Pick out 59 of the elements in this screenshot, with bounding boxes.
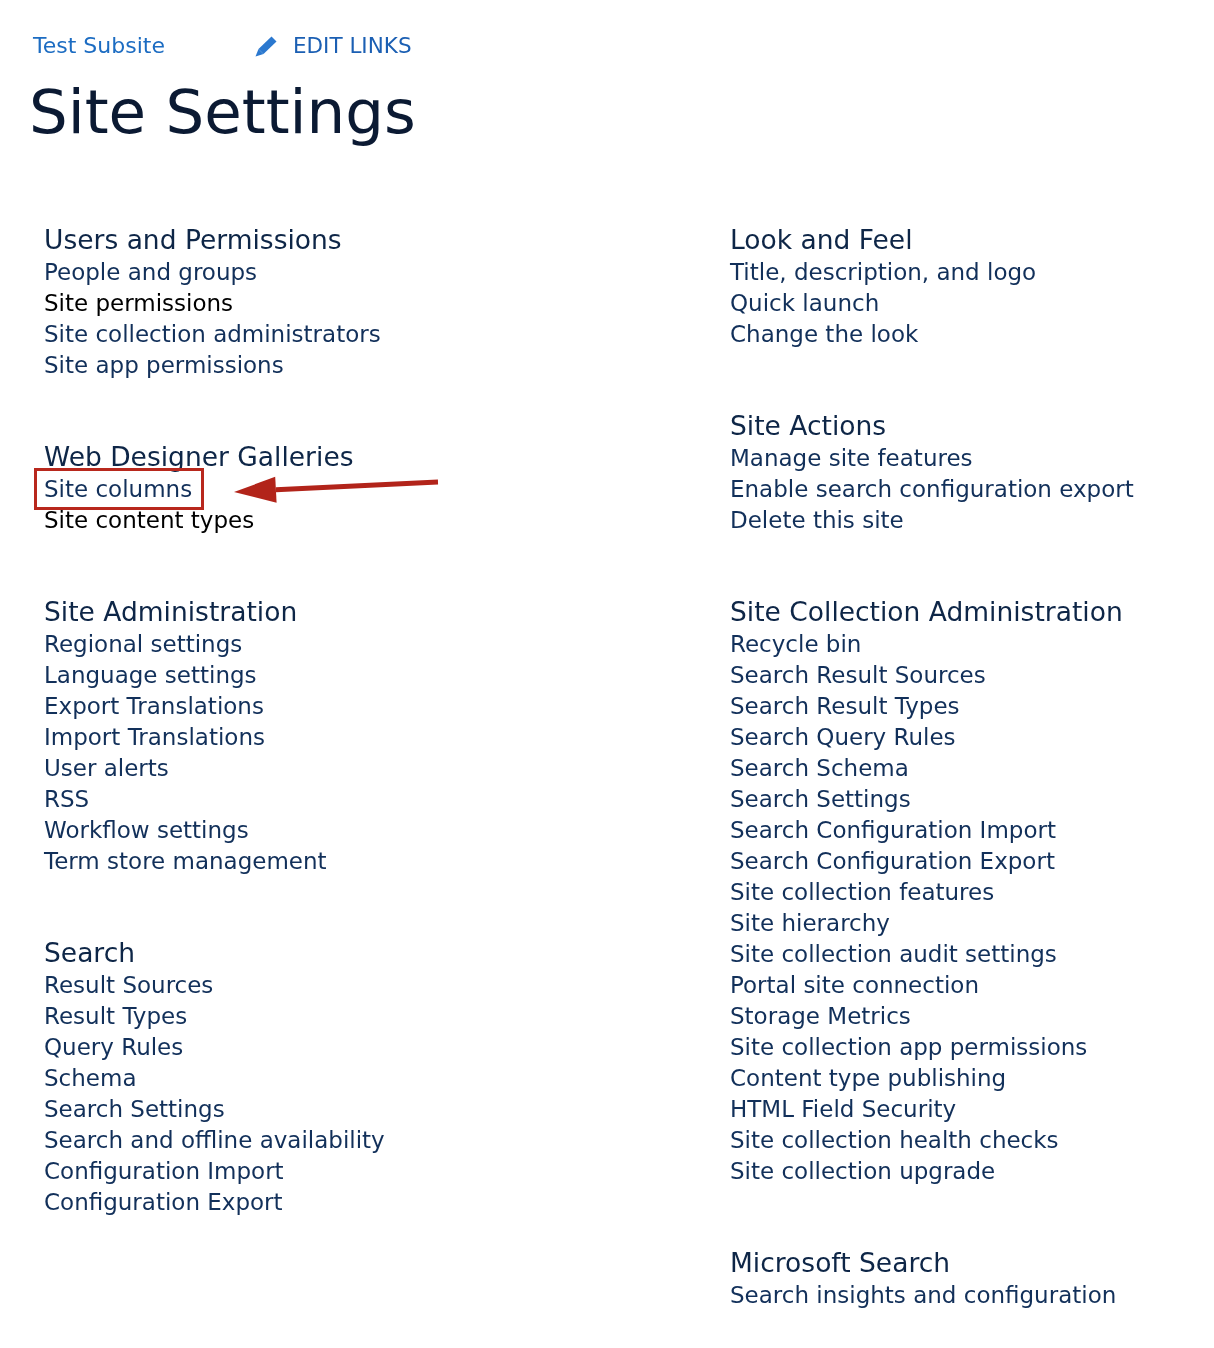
edit-links-link[interactable]: EDIT LINKS xyxy=(254,31,412,61)
section-heading: Site Actions xyxy=(730,409,887,443)
settings-link[interactable]: Title, description, and logo xyxy=(730,257,1037,288)
settings-link[interactable]: User alerts xyxy=(44,753,169,784)
section-heading: Microsoft Search xyxy=(730,1246,951,1280)
settings-link[interactable]: Term store management xyxy=(44,846,327,877)
settings-link[interactable]: Site permissions xyxy=(44,288,234,319)
settings-link[interactable]: Regional settings xyxy=(44,629,243,660)
settings-link[interactable]: Search insights and configuration xyxy=(730,1280,1117,1311)
settings-link[interactable]: RSS xyxy=(44,784,90,815)
settings-link[interactable]: Site collection audit settings xyxy=(730,939,1057,970)
section-heading: Search xyxy=(44,936,136,970)
site-link[interactable]: Test Subsite xyxy=(33,31,165,61)
section-heading: Users and Permissions xyxy=(44,223,342,257)
settings-link[interactable]: Storage Metrics xyxy=(730,1001,911,1032)
section-heading: Look and Feel xyxy=(730,223,913,257)
settings-link[interactable]: Export Translations xyxy=(44,691,264,722)
settings-link[interactable]: Import Translations xyxy=(44,722,265,753)
settings-link[interactable]: Configuration Import xyxy=(44,1156,284,1187)
settings-link[interactable]: Site app permissions xyxy=(44,350,284,381)
section-heading: Web Designer Galleries xyxy=(44,440,354,474)
settings-link[interactable]: Site collection features xyxy=(730,877,995,908)
settings-link[interactable]: Change the look xyxy=(730,319,919,350)
settings-link[interactable]: Query Rules xyxy=(44,1032,184,1063)
settings-link[interactable]: Site collection upgrade xyxy=(730,1156,996,1187)
settings-link[interactable]: Result Sources xyxy=(44,970,214,1001)
settings-link[interactable]: Delete this site xyxy=(730,505,904,536)
settings-link[interactable]: Search and offline availability xyxy=(44,1125,385,1156)
settings-link[interactable]: Enable search configuration export xyxy=(730,474,1134,505)
settings-link[interactable]: Search Settings xyxy=(44,1094,225,1125)
settings-link[interactable]: Language settings xyxy=(44,660,257,691)
settings-link[interactable]: Portal site connection xyxy=(730,970,979,1001)
settings-link[interactable]: Search Configuration Export xyxy=(730,846,1055,877)
settings-link[interactable]: Search Schema xyxy=(730,753,909,784)
settings-link[interactable]: Schema xyxy=(44,1063,137,1094)
page-title: Site Settings xyxy=(29,77,416,147)
settings-link[interactable]: Site collection administrators xyxy=(44,319,381,350)
settings-link[interactable]: Search Result Types xyxy=(730,691,960,722)
settings-link[interactable]: Search Configuration Import xyxy=(730,815,1056,846)
settings-link[interactable]: Search Query Rules xyxy=(730,722,956,753)
settings-link[interactable]: Site columns xyxy=(44,474,193,505)
settings-link[interactable]: Workflow settings xyxy=(44,815,249,846)
settings-link[interactable]: Manage site features xyxy=(730,443,973,474)
settings-link[interactable]: Site content types xyxy=(44,505,255,536)
settings-link[interactable]: Content type publishing xyxy=(730,1063,1007,1094)
settings-link[interactable]: Search Result Sources xyxy=(730,660,986,691)
settings-link[interactable]: Site hierarchy xyxy=(730,908,890,939)
settings-link[interactable]: Search Settings xyxy=(730,784,911,815)
settings-link[interactable]: Result Types xyxy=(44,1001,188,1032)
pencil-icon xyxy=(254,35,277,57)
settings-link[interactable]: Configuration Export xyxy=(44,1187,283,1218)
settings-link[interactable]: Quick launch xyxy=(730,288,880,319)
settings-link[interactable]: People and groups xyxy=(44,257,258,288)
section-heading: Site Administration xyxy=(44,595,298,629)
section-heading: Site Collection Administration xyxy=(730,595,1123,629)
settings-link[interactable]: Recycle bin xyxy=(730,629,862,660)
settings-link[interactable]: Site collection health checks xyxy=(730,1125,1059,1156)
settings-link[interactable]: HTML Field Security xyxy=(730,1094,957,1125)
settings-link[interactable]: Site collection app permissions xyxy=(730,1032,1088,1063)
